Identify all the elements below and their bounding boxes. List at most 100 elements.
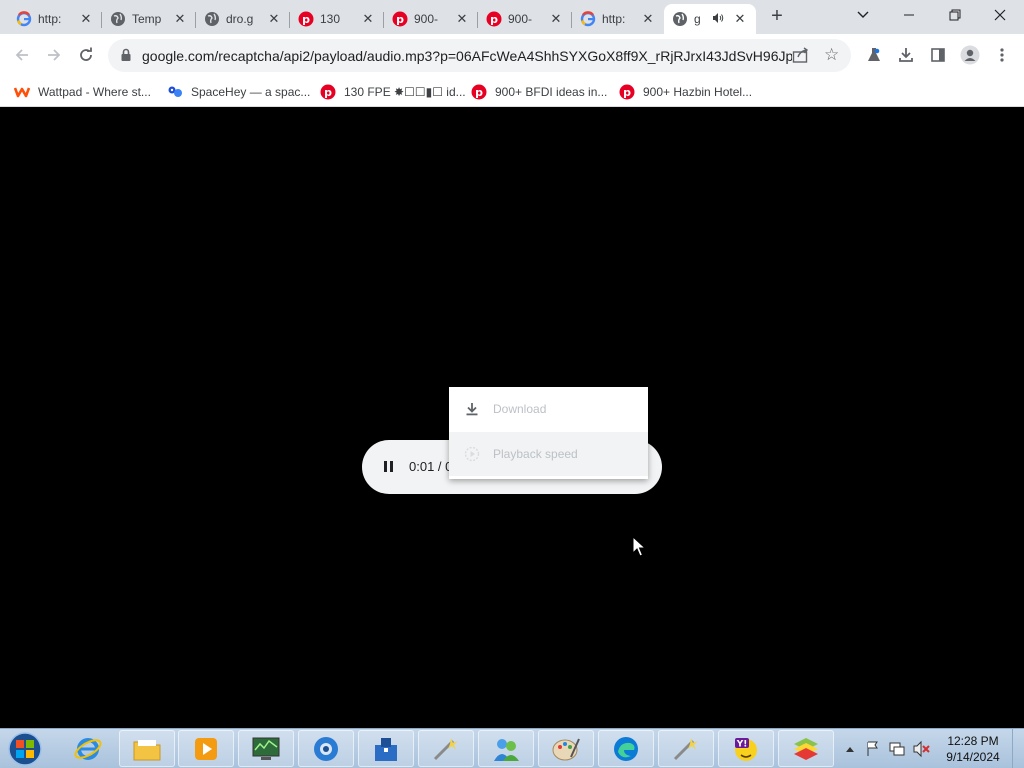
paint-wand-icon[interactable] <box>418 730 474 767</box>
wattpad-icon <box>14 84 30 100</box>
close-icon[interactable]: ✕ <box>548 11 564 27</box>
close-icon[interactable]: ✕ <box>360 11 376 27</box>
yahoo-messenger-icon[interactable]: Y! <box>718 730 774 767</box>
tab-title: http: <box>602 12 626 26</box>
menu-item-download[interactable]: Download <box>449 387 648 431</box>
system-tray <box>842 729 938 768</box>
menu-item-playback-speed[interactable]: Playback speed <box>449 432 648 476</box>
svg-text:p: p <box>324 86 332 99</box>
bookmark-spacehey[interactable]: SpaceHey — a spac... <box>167 82 310 102</box>
bookmark-label: 900+ BFDI ideas in... <box>495 85 608 99</box>
tab-title: 900- <box>414 12 439 26</box>
system-monitor-icon[interactable] <box>238 730 294 767</box>
tab-active[interactable]: g ✕ <box>664 4 756 34</box>
flag-icon <box>867 741 878 756</box>
svg-text:p: p <box>623 86 631 99</box>
pinterest-icon: p <box>471 84 487 100</box>
svg-text:p: p <box>475 86 483 99</box>
spacehey-icon <box>167 84 183 100</box>
clock-time: 12:28 PM <box>947 734 999 748</box>
bookmarks-bar: Wattpad - Where st... SpaceHey — a spac.… <box>0 77 1024 107</box>
close-icon[interactable]: ✕ <box>640 11 656 27</box>
tab-7[interactable]: http: ✕ <box>572 4 664 34</box>
restore-icon[interactable] <box>941 4 969 26</box>
tab-title: http: <box>38 12 62 26</box>
profile-avatar-icon[interactable] <box>957 42 983 68</box>
side-panel-icon[interactable] <box>925 42 951 68</box>
svg-text:p: p <box>302 13 310 26</box>
taskbar-clock[interactable]: 12:28 PM 9/14/2024 <box>940 733 1006 765</box>
tab-6[interactable]: p 900- ✕ <box>478 4 572 34</box>
bookmark-pinterest-bfdi[interactable]: p 900+ BFDI ideas in... <box>471 82 607 102</box>
pinterest-icon: p <box>298 11 314 27</box>
close-icon[interactable]: ✕ <box>732 11 748 27</box>
close-window-icon[interactable] <box>986 4 1014 26</box>
url-text[interactable]: google.com/recaptcha/api2/payload/audio.… <box>142 48 792 64</box>
more-menu-icon[interactable] <box>989 42 1015 68</box>
close-icon[interactable]: ✕ <box>172 11 188 27</box>
share-icon[interactable] <box>792 47 810 68</box>
audio-options-menu: Download Playback speed <box>449 387 648 479</box>
tab-title: 130 <box>320 12 341 26</box>
pinterest-icon: p <box>392 11 408 27</box>
pinterest-icon: p <box>320 84 336 100</box>
windows-live-icon[interactable] <box>478 730 534 767</box>
pause-icon[interactable] <box>382 459 396 475</box>
labs-flask-icon[interactable] <box>861 42 887 68</box>
show-desktop-button[interactable] <box>1012 729 1024 768</box>
network-icon <box>889 742 905 756</box>
tab-1[interactable]: http: ✕ <box>8 4 102 34</box>
forward-arrow-icon[interactable] <box>41 42 67 68</box>
bookmark-pinterest-130[interactable]: p 130 FPE ✸☐☐▮☐ id... <box>320 82 466 102</box>
lock-icon[interactable] <box>120 48 132 67</box>
playback-time: 0:01 / 0 <box>409 459 453 474</box>
back-arrow-icon[interactable] <box>9 42 35 68</box>
media-player-icon[interactable] <box>178 730 234 767</box>
paint-palette-icon[interactable] <box>538 730 594 767</box>
edge-icon[interactable] <box>598 730 654 767</box>
tab-title: Temp <box>132 12 162 26</box>
tab-title: g <box>694 12 701 26</box>
start-button[interactable] <box>6 731 44 767</box>
address-bar[interactable]: google.com/recaptcha/api2/payload/audio.… <box>108 39 851 72</box>
pinterest-icon: p <box>619 84 635 100</box>
tab-5[interactable]: p 900- ✕ <box>384 4 478 34</box>
star-bookmark-icon[interactable]: ☆ <box>824 45 839 65</box>
playback-speed-icon <box>463 445 481 463</box>
internet-explorer-icon[interactable] <box>60 730 116 767</box>
bluestacks-icon[interactable] <box>778 730 834 767</box>
bookmark-pinterest-hazbin[interactable]: p 900+ Hazbin Hotel... <box>619 82 752 102</box>
svg-text:p: p <box>396 13 404 26</box>
speaker-icon[interactable] <box>712 12 724 27</box>
svg-text:Y!: Y! <box>736 739 748 749</box>
toolbox-icon[interactable] <box>358 730 414 767</box>
bookmark-wattpad[interactable]: Wattpad - Where st... <box>14 82 151 102</box>
tab-title: dro.g <box>226 12 254 26</box>
tab-search-chevron-down-icon[interactable] <box>849 4 877 26</box>
bookmark-label: 130 FPE ✸☐☐▮☐ id... <box>344 85 466 99</box>
browser-toolbar: google.com/recaptcha/api2/payload/audio.… <box>0 34 1024 77</box>
file-explorer-icon[interactable] <box>119 730 175 767</box>
clock-date: 9/14/2024 <box>946 750 1000 764</box>
google-g-icon <box>16 11 32 27</box>
bookmark-label: SpaceHey — a spac... <box>191 85 311 99</box>
tab-3[interactable]: dro.g ✕ <box>196 4 290 34</box>
reload-icon[interactable] <box>73 42 99 68</box>
tab-4[interactable]: p 130 ✕ <box>290 4 384 34</box>
google-g-icon <box>580 11 596 27</box>
paint-wand-icon[interactable] <box>658 730 714 767</box>
close-icon[interactable]: ✕ <box>78 11 94 27</box>
volume-muted-icon <box>913 740 930 758</box>
minimize-icon[interactable] <box>895 4 923 26</box>
download-icon[interactable] <box>893 42 919 68</box>
new-tab-button[interactable]: + <box>767 6 787 27</box>
browser-app-icon[interactable] <box>298 730 354 767</box>
media-page: 0:01 / 0 Download Playback speed <box>0 108 1024 728</box>
windows-taskbar: Y! 12:28 PM 9/14/2024 <box>0 728 1024 768</box>
tab-title: 900- <box>508 12 533 26</box>
tab-2[interactable]: Temp ✕ <box>102 4 196 34</box>
close-icon[interactable]: ✕ <box>266 11 282 27</box>
close-icon[interactable]: ✕ <box>454 11 470 27</box>
menu-item-label: Download <box>493 402 547 416</box>
bookmark-label: Wattpad - Where st... <box>38 85 151 99</box>
